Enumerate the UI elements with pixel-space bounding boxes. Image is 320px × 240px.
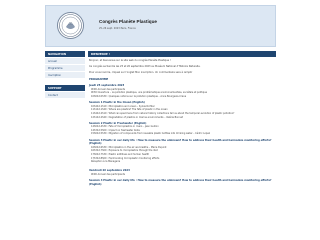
support-heading: SUPPORT bbox=[45, 85, 85, 91]
site-title: Congrès Planète Plastique bbox=[99, 19, 157, 24]
welcome-heading: BIENVENUE ! bbox=[88, 51, 276, 57]
museum-seal-logo bbox=[57, 12, 84, 39]
site-header: Congrès Planète Plastique 25–26 sept. 20… bbox=[45, 5, 276, 47]
sidebar-item-accueil[interactable]: Accueil bbox=[45, 58, 85, 65]
sidebar-item-programme[interactable]: Programme bbox=[45, 65, 85, 72]
session-heading: Session 3 Plastic in our daily life : Ho… bbox=[89, 138, 272, 146]
main-content: BIENVENUE ! Bonjour, et bienvenue sur le… bbox=[88, 51, 276, 240]
sidebar: NAVIGATION Accueil Programme Inscription… bbox=[45, 51, 85, 99]
navigation-heading: NAVIGATION bbox=[45, 51, 85, 57]
session-heading: Session 4 Plastic in our daily life : Ho… bbox=[89, 178, 272, 186]
site-date: 25–26 sept. 2023 Paris, France bbox=[99, 27, 136, 30]
sidebar-item-contact[interactable]: Contact bbox=[45, 92, 85, 99]
sidebar-item-inscription[interactable]: Inscription bbox=[45, 72, 85, 79]
